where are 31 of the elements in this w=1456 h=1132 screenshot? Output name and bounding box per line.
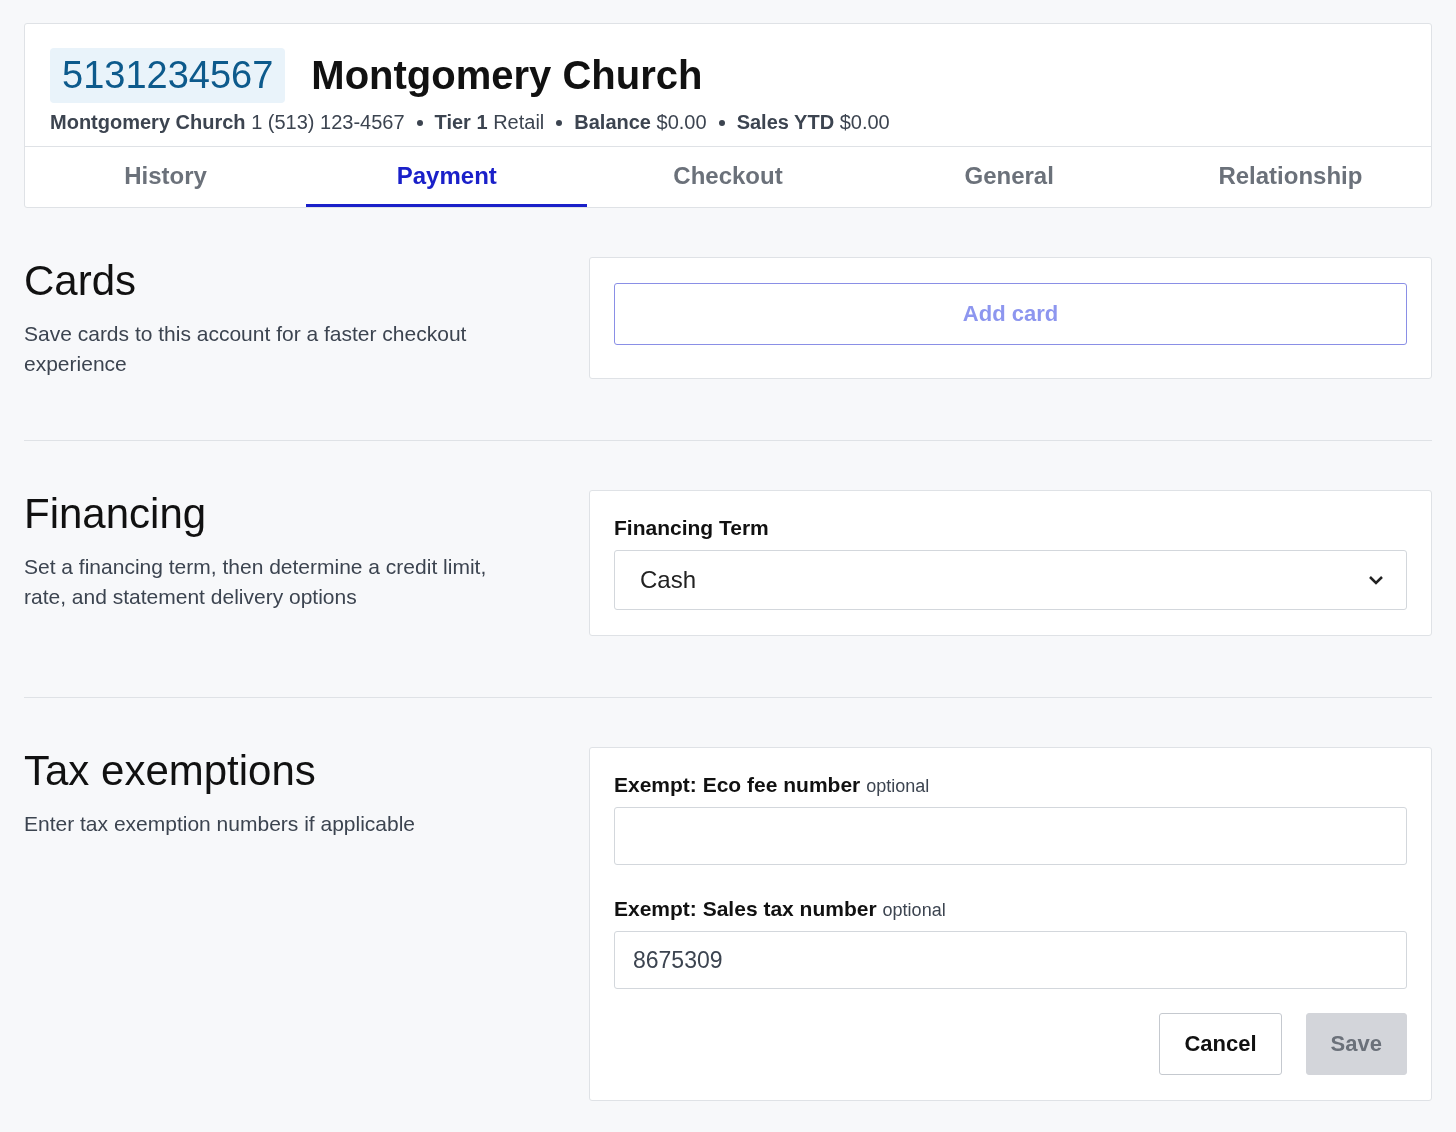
field-label: Financing Term xyxy=(614,516,770,540)
input-field[interactable]: 8675309 xyxy=(614,931,1407,989)
optional-hint: optional xyxy=(882,900,946,920)
account-name: Montgomery Church xyxy=(311,53,703,98)
account-detail: Montgomery Church 1 (513) 123-4567 xyxy=(50,111,405,134)
account-detail: Tier 1 Retail xyxy=(434,111,545,134)
select-field[interactable]: Cash xyxy=(614,550,1407,610)
tab[interactable]: Checkout xyxy=(587,147,869,207)
section-description: Set a financing term, then determine a credit limit, rate, and statement delivery options xyxy=(24,554,488,610)
field-label: Exempt: Sales tax number optional xyxy=(614,897,947,921)
separator-dot-icon xyxy=(416,119,423,126)
separator-dot-icon xyxy=(718,119,725,126)
tab[interactable]: Payment xyxy=(306,147,588,207)
separator-dot-icon xyxy=(556,119,563,126)
input-field[interactable] xyxy=(614,807,1407,865)
account-number-badge: 5131234567 xyxy=(50,48,286,103)
field-label: Exempt: Eco fee number optional xyxy=(614,773,931,797)
section-description: Save cards to this account for a faster checkout experience xyxy=(24,321,468,377)
account-detail: Balance $0.00 xyxy=(574,111,707,134)
cancel-button[interactable]: Cancel xyxy=(1159,1013,1282,1075)
section-title: Financing xyxy=(24,490,208,538)
section-title: Cards xyxy=(24,257,138,305)
chevron-down-icon xyxy=(1368,575,1384,585)
section-title: Tax exemptions xyxy=(24,747,317,795)
account-detail: Sales YTD $0.00 xyxy=(736,111,890,134)
add-card-button[interactable]: Add card xyxy=(614,283,1407,345)
tab[interactable]: History xyxy=(25,147,307,207)
tab[interactable]: Relationship xyxy=(1149,147,1431,207)
section-description: Enter tax exemption numbers if applicable xyxy=(24,811,417,837)
tab[interactable]: General xyxy=(868,147,1150,207)
optional-hint: optional xyxy=(866,776,930,796)
